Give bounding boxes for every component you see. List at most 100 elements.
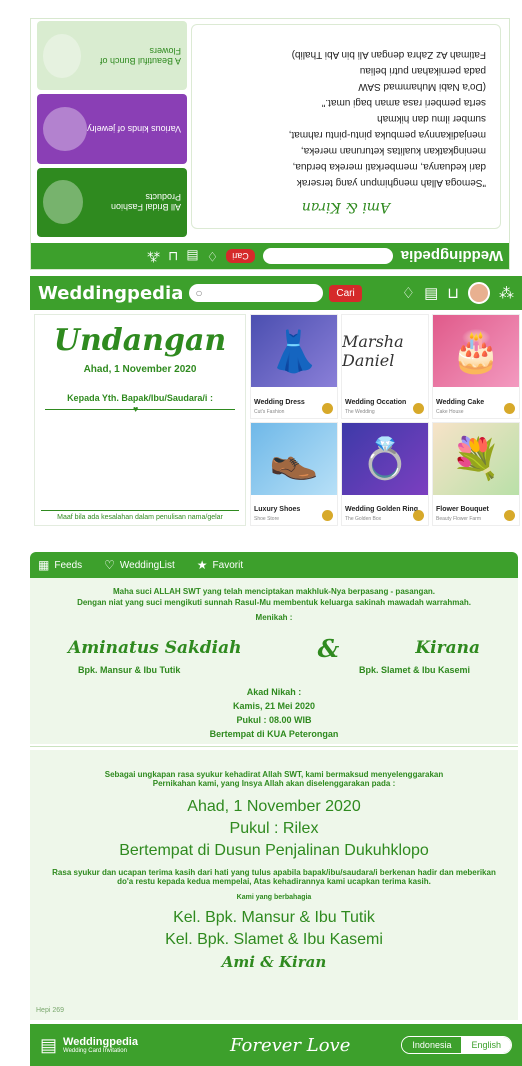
family-line: Kel. Bpk. Slamet & Ibu Kasemi [165,931,383,948]
card-picture [43,180,83,225]
tab-favorit[interactable]: ★ Favorit [197,558,243,572]
letter-line: serta pemberi rasa aman bagi umat." [321,96,486,108]
letter-line: meningkatkan kualitas keturunan mereka, [300,144,486,156]
medal-icon [504,402,515,414]
brand-logo[interactable]: Weddingpedia [38,283,183,304]
page: Weddingpedia Cari ♢ ▤ ⊔ ⁂ Ami & Kiran "S… [0,0,522,1066]
ring-icon: 💍 [342,422,428,495]
invitation-title: Undangan [53,323,227,358]
parents-row: Bpk. Mansur & Ibu Tutik Bpk. Slamet & Ib… [30,665,518,675]
avatar[interactable] [468,282,490,304]
happy-label: Kami yang berbahagia [236,894,312,901]
medal-icon [322,510,333,521]
footer: ▤ Weddingpedia Wedding Card Invitation F… [30,1024,522,1066]
reception-date: Ahad, 1 November 2020 [187,798,361,815]
flipped-card-flowers: A Beautiful Bunch of Flowers [37,21,187,91]
tab-feeds[interactable]: ▦ Feeds [38,558,82,572]
letter-line: dari keduanya, memberkati mereka berdua, [292,160,486,172]
product-store: Shoe Store [254,516,280,522]
bouquet-icon: 💐 [433,422,519,495]
flipped-signature: Ami & Kiran [301,199,391,215]
store-icon: ▤ [40,1034,58,1055]
letter-line: pada pernikahan putri beliau [359,64,486,76]
invitation-card: Undangan Ahad, 1 November 2020 Kepada Yt… [34,314,246,526]
card-picture [43,33,82,78]
medal-icon [413,510,424,521]
flipped-brand: Weddingpedia [400,247,503,265]
grid-menu-icon[interactable]: ⁂ [499,284,514,302]
reception-section: Sebagai ungkapan rasa syukur kehadirat A… [30,750,518,1020]
heart-icon: ♡ [104,558,115,572]
shoes-icon: 👞 [251,422,337,495]
flipped-header: Weddingpedia Cari ♢ ▤ ⊔ ⁂ [31,243,509,269]
heart-icon: ♥ [133,404,139,414]
closing-signature: Ami & Kiran [221,953,327,971]
search-button[interactable]: Cari [329,284,362,302]
product-card[interactable]: 👗 Wedding Dress Cut's Fashion [250,314,338,419]
medal-icon [413,402,424,414]
product-card[interactable]: 💐 Flower Bouquet Beauty Flower Farm [432,421,520,526]
groom-name: Kirana [415,638,480,659]
bell-icon[interactable]: ♢ [402,284,415,302]
reception-intro: Pernikahan kami, yang Insya Allah akan d… [152,779,396,788]
forever-love-text: Forever Love [230,1034,351,1056]
product-name: Wedding Cake [436,398,485,406]
tab-bar: ▦ Feeds ♡ WeddingList ★ Favorit [30,552,518,578]
flipped-cards: All Bridal Fashion Products Various kind… [37,21,187,237]
reception-time: Pukul : Rilex [229,820,319,837]
lang-indonesia[interactable]: Indonesia [402,1037,462,1053]
medal-icon [504,510,515,521]
card-picture [43,107,87,152]
cart-icon: ⊔ [168,249,179,264]
product-name: Wedding Dress [254,398,305,406]
akad-title: Akad Nikah : [246,686,302,697]
akad-place: Bertempat di KUA Peterongan [209,728,339,739]
product-name: Luxury Shoes [254,506,301,513]
wedding-dress-icon: 👗 [251,315,337,387]
couple-name-image: Marsha Daniel [342,315,428,387]
flipped-cari: Cari [226,249,255,263]
product-store: The Wedding [345,408,375,415]
letter-line: Fatimah Az Zahra dengan Ali bin Abi Thal… [291,48,486,60]
recipient-label: Kepada Yth. Bapak/Ibu/Saudara/i : [67,393,213,403]
akad-date: Kamis, 21 Mei 2020 [232,700,316,711]
bride-parents: Bpk. Mansur & Ibu Tutik [78,664,181,675]
letter-line: sumber ilmu dan hikmah [377,112,486,124]
letter-line: (Do'a Nabi Muhammad SAW [358,80,486,92]
product-card[interactable]: 🎂 Wedding Cake Cake House [432,314,520,419]
product-grid: 👗 Wedding Dress Cut's Fashion Marsha Dan… [250,314,520,526]
reception-place: Bertempat di Dusun Penjalinan Dukuhklopo [119,842,429,859]
product-name: Flower Bouquet [436,506,489,513]
reception-intro: Sebagai ungkapan rasa syukur kehadirat A… [104,770,444,779]
product-name: Wedding Occation [345,398,407,406]
product-card[interactable]: 💍 Wedding Golden Ring The Golden Box [341,421,429,526]
product-card[interactable]: Marsha Daniel Wedding Occation The Weddi… [341,314,429,419]
medal-icon [322,402,333,414]
letter-line: menjadikannya pembuka pintu-pintu rahmat… [288,128,486,140]
product-name: Wedding Golden Ring [345,506,418,513]
thanks-line: do'a restu kepada kedua mempelai, Atas k… [117,877,431,886]
footer-tagline: Wedding Card Invitation [63,1047,127,1054]
card-label: A Beautiful Bunch of Flowers [99,45,181,66]
apology-note: Maaf bila ada kesalahan dalam penulisan … [41,510,239,521]
main-header: Weddingpedia ○ Cari ♢ ▤ ⊔ ⁂ [30,276,522,310]
tab-weddinglist[interactable]: ♡ WeddingList [104,558,175,572]
intro-line: Dengan niat yang suci mengikuti sunnah R… [77,598,471,608]
lang-english[interactable]: English [461,1037,511,1053]
search-input[interactable]: ○ [189,284,324,302]
cart-icon[interactable]: ⊔ [447,284,459,302]
couple-names: Aminatus Sakdiah & Kirana [30,634,518,663]
store-icon[interactable]: ▤ [424,284,438,302]
hepi-label: Hepi 269 [36,1007,65,1014]
flipped-card-jewelry: Various kinds of jewelry [37,94,187,164]
header-icons: ♢ ▤ ⊔ ⁂ [402,282,514,304]
product-card[interactable]: 👞 Luxury Shoes Shoe Store [250,421,338,526]
recipient-line: ♥ [45,404,235,414]
invitation-date: Ahad, 1 November 2020 [83,364,197,375]
letter-line: "Semoga Allah menghimpun yang terserak [296,176,486,188]
card-label: Various kinds of jewelry [87,124,181,135]
feeds-icon: ▦ [38,558,50,572]
bride-name: Aminatus Sakdiah [68,638,242,659]
footer-brand: Weddingpedia Wedding Card Invitation [63,1035,138,1054]
product-store: Cut's Fashion [254,408,285,415]
